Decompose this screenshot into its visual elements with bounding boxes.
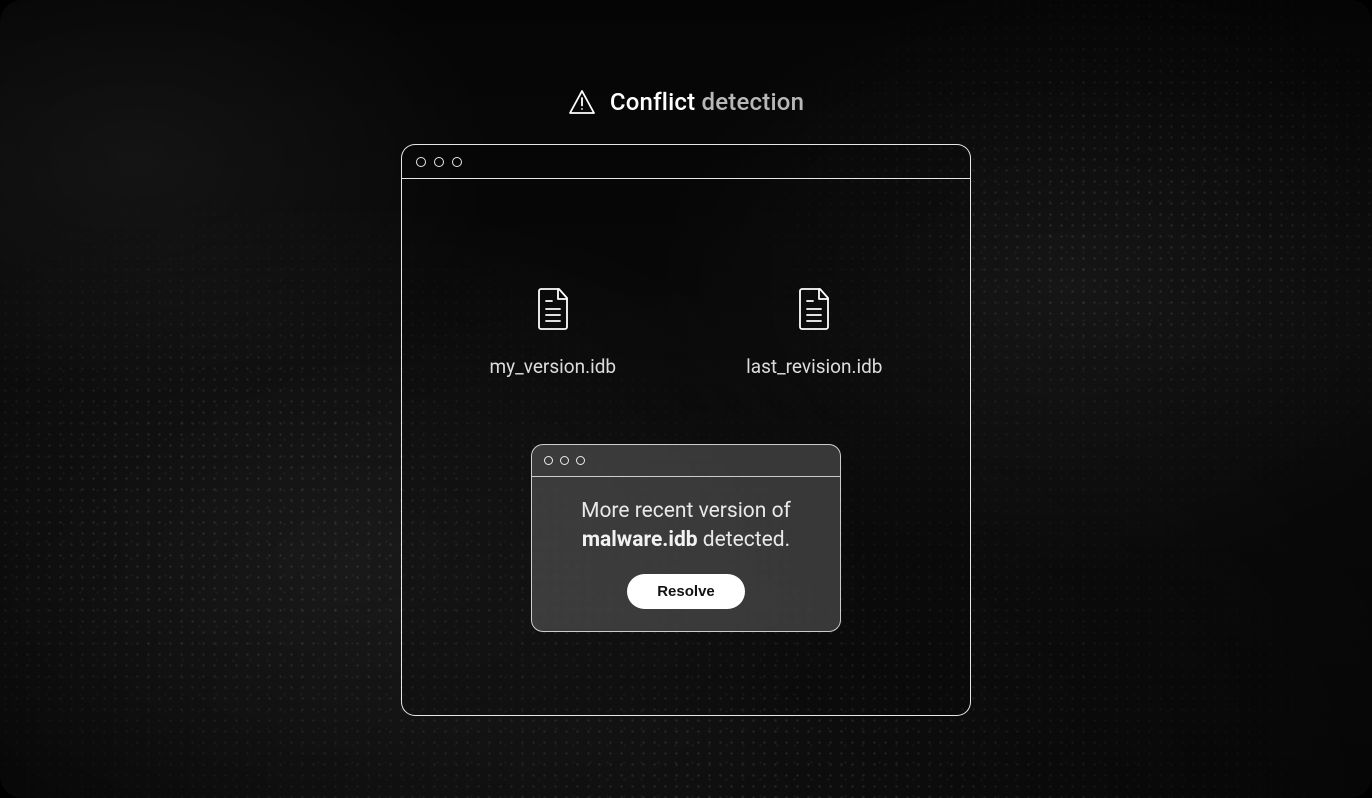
file-label: last_revision.idb bbox=[746, 355, 882, 378]
dialog-message: More recent version of malware.idb detec… bbox=[554, 497, 818, 556]
page-title-strong: Conflict bbox=[610, 88, 695, 116]
warning-triangle-icon bbox=[568, 89, 596, 115]
page-title: Conflict detection bbox=[610, 88, 804, 116]
page-header: Conflict detection bbox=[568, 88, 804, 116]
file-item-my-version[interactable]: my_version.idb bbox=[490, 287, 617, 378]
main-window: my_version.idb last_revision.idb bbox=[401, 144, 971, 716]
file-icon bbox=[796, 287, 832, 335]
dialog-titlebar bbox=[532, 445, 840, 477]
resolve-button[interactable]: Resolve bbox=[627, 574, 745, 609]
files-row: my_version.idb last_revision.idb bbox=[402, 287, 970, 378]
dialog-message-prefix: More recent version of bbox=[581, 499, 791, 523]
file-label: my_version.idb bbox=[490, 355, 617, 378]
traffic-light-minimize-icon[interactable] bbox=[434, 157, 444, 167]
traffic-light-close-icon[interactable] bbox=[416, 157, 426, 167]
file-item-last-revision[interactable]: last_revision.idb bbox=[746, 287, 882, 378]
dialog-message-suffix: detected. bbox=[698, 528, 791, 552]
dialog-message-filename: malware.idb bbox=[582, 528, 698, 552]
traffic-light-zoom-icon[interactable] bbox=[576, 456, 585, 465]
conflict-dialog: More recent version of malware.idb detec… bbox=[531, 444, 841, 632]
traffic-light-minimize-icon[interactable] bbox=[560, 456, 569, 465]
file-icon bbox=[535, 287, 571, 335]
traffic-light-close-icon[interactable] bbox=[544, 456, 553, 465]
page-title-fade: detection bbox=[702, 88, 805, 116]
traffic-light-zoom-icon[interactable] bbox=[452, 157, 462, 167]
main-window-titlebar bbox=[402, 145, 970, 179]
